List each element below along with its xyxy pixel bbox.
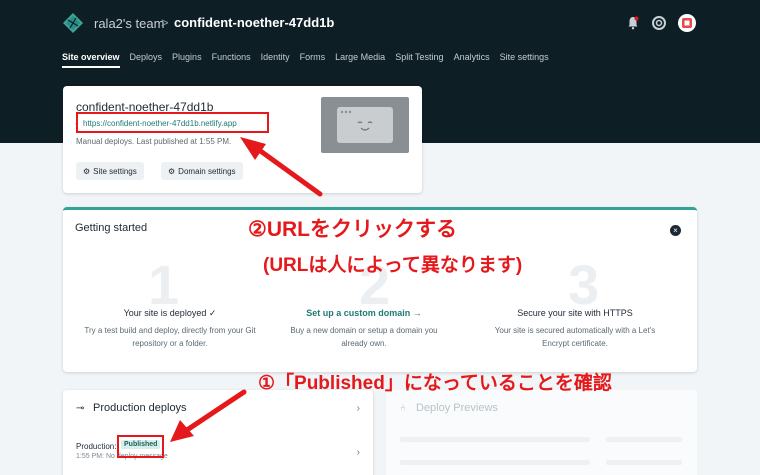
tab-site-settings[interactable]: Site settings [500, 52, 549, 68]
step-3-title: Secure your site with HTTPS [517, 308, 633, 318]
step-3-desc-line-2: Encrypt certificate. [542, 339, 608, 348]
deploy-previews-title: Deploy Previews [416, 402, 498, 414]
pull-request-icon: ⑃ [400, 403, 406, 414]
tab-site-overview[interactable]: Site overview [62, 52, 120, 68]
published-highlight-box [117, 435, 164, 458]
tab-split-testing[interactable]: Split Testing [395, 52, 443, 68]
step-2-desc-line-2: already own. [341, 339, 387, 348]
tab-plugins[interactable]: Plugins [172, 52, 202, 68]
help-lifebuoy-icon[interactable] [651, 15, 667, 31]
tab-functions[interactable]: Functions [212, 52, 251, 68]
annotation-click-url: ②URLをクリックする [248, 218, 457, 241]
site-overview-card: confident-noether-47dd1b - https://confi… [63, 86, 422, 193]
production-row-label: Production: [76, 442, 117, 451]
annotation-url-varies: (URLは人によって異なります) [263, 255, 523, 276]
team-link[interactable]: rala2's team [94, 16, 164, 31]
preview-window-illustration [337, 107, 393, 143]
bell-icon[interactable] [625, 15, 641, 31]
site-name-breadcrumb[interactable]: confident-noether-47dd1b [174, 15, 334, 30]
site-settings-button[interactable]: ⚙ Site settings [76, 162, 144, 180]
gear-icon: ⚙ [83, 166, 91, 176]
chevron-right-icon: › [356, 403, 360, 414]
url-highlight-box [76, 112, 269, 133]
tab-forms[interactable]: Forms [300, 52, 326, 68]
skeleton-line [400, 460, 590, 465]
skeleton-line [606, 460, 682, 465]
chevron-right-icon[interactable]: › [357, 447, 360, 458]
gear-icon: ⚙ [168, 166, 176, 176]
skeleton-line [606, 437, 682, 442]
close-icon[interactable]: × [670, 225, 681, 236]
deploy-meta-text: Manual deploys. Last published at 1:55 P… [76, 137, 232, 146]
getting-started-title: Getting started [75, 222, 148, 234]
netlify-logo-icon[interactable] [62, 12, 84, 34]
window-dots-icon [340, 110, 352, 114]
production-deploys-title: Production deploys [93, 402, 187, 414]
set-up-custom-domain-link[interactable]: Set up a custom domain → [269, 308, 459, 318]
tab-deploys[interactable]: Deploys [130, 52, 163, 68]
step-2-desc-line-1: Buy a new domain or setup a domain you [290, 326, 438, 335]
step-3-desc-line-1: Your site is secured automatically with … [494, 326, 656, 335]
annotation-confirm-published: ①「Published」になっていることを確認 [258, 373, 612, 394]
site-nav-tabs: Site overview Deploys Plugins Functions … [62, 52, 559, 68]
skeleton-line [400, 437, 590, 442]
tab-analytics[interactable]: Analytics [454, 52, 490, 68]
site-settings-label: Site settings [93, 166, 137, 176]
user-avatar-icon[interactable] [678, 14, 696, 32]
git-commit-icon: ⊸ [76, 403, 85, 414]
tab-large-media[interactable]: Large Media [335, 52, 385, 68]
production-deploys-card[interactable]: ⊸ Production deploys › Production: Publi… [63, 390, 373, 475]
deploy-previews-card[interactable]: ⑃ Deploy Previews [386, 390, 697, 475]
site-preview-thumbnail[interactable] [321, 97, 409, 153]
breadcrumb-separator: > [161, 15, 169, 30]
step-1-desc-line-1: Try a test build and deploy, directly fr… [84, 326, 256, 335]
domain-settings-button[interactable]: ⚙ Domain settings [161, 162, 243, 180]
smiley-face-icon [357, 121, 373, 131]
tab-identity[interactable]: Identity [261, 52, 290, 68]
domain-settings-label: Domain settings [178, 166, 236, 176]
step-1-title: Your site is deployed ✓ [123, 308, 217, 318]
step-1-desc-line-2: repository or a folder. [132, 339, 208, 348]
